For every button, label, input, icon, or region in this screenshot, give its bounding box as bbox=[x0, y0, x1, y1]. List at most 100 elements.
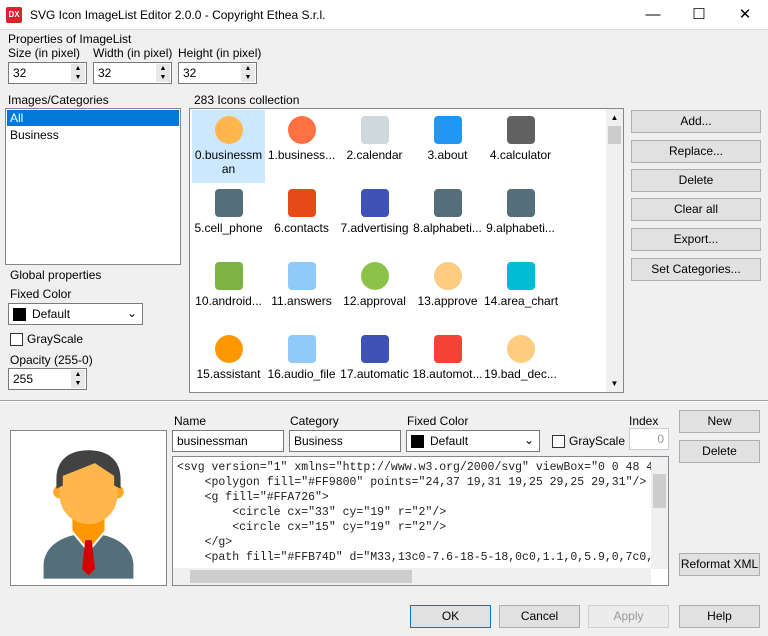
apply-button: Apply bbox=[588, 605, 669, 628]
icon-item[interactable]: 15.assistant bbox=[192, 329, 265, 392]
scroll-thumb[interactable] bbox=[653, 474, 666, 508]
icon-item[interactable]: 5.cell_phone bbox=[192, 183, 265, 256]
editor-grayscale-checkbox[interactable]: GrayScale bbox=[552, 434, 626, 449]
icon-item[interactable]: 8.alphabeti... bbox=[411, 183, 484, 256]
icon-item[interactable]: 17.automatic bbox=[338, 329, 411, 392]
category-item-business[interactable]: Business bbox=[7, 127, 179, 143]
automot-icon bbox=[433, 335, 462, 363]
scroll-thumb[interactable] bbox=[190, 570, 412, 583]
checkbox-icon[interactable] bbox=[552, 435, 565, 449]
size-input[interactable]: 32 ▲ ▼ bbox=[8, 62, 87, 84]
name-label: Name bbox=[174, 414, 207, 428]
icon-label: 17.automatic bbox=[340, 367, 409, 381]
calendar-icon bbox=[360, 116, 389, 144]
opacity-input[interactable]: 255 ▲ ▼ bbox=[8, 368, 87, 390]
icon-item[interactable]: 12.approval bbox=[338, 256, 411, 329]
icon-item[interactable]: 7.advertising bbox=[338, 183, 411, 256]
replace-button[interactable]: Replace... bbox=[631, 140, 761, 163]
help-button[interactable]: Help bbox=[679, 605, 760, 628]
scroll-up-icon[interactable]: ▲ bbox=[606, 109, 623, 126]
editor-fixed-color-label: Fixed Color bbox=[407, 414, 469, 428]
fixed-color-value: Default bbox=[32, 307, 71, 321]
divider bbox=[0, 400, 768, 402]
code-line: <svg version="1" xmlns="http://www.w3.or… bbox=[177, 461, 651, 474]
name-input[interactable]: businessman bbox=[172, 430, 284, 452]
set-categories-button[interactable]: Set Categories... bbox=[631, 258, 761, 281]
icon-item[interactable]: 0.businessman bbox=[192, 110, 265, 183]
grayscale-checkbox[interactable]: GrayScale bbox=[10, 332, 83, 347]
height-input[interactable]: 32 ▲ ▼ bbox=[178, 62, 257, 84]
scroll-down-icon[interactable]: ▼ bbox=[606, 375, 623, 392]
spin-icon[interactable]: ▲ ▼ bbox=[241, 64, 255, 82]
icon-label: 5.cell_phone bbox=[194, 221, 263, 235]
businessman-icon bbox=[214, 116, 243, 144]
ok-button[interactable]: OK bbox=[410, 605, 491, 628]
vertical-scrollbar[interactable]: ▲ ▼ bbox=[606, 109, 623, 392]
icon-item[interactable]: 19.bad_dec... bbox=[484, 329, 557, 392]
code-line: </g> bbox=[177, 536, 233, 549]
width-label: Width (in pixel) bbox=[93, 46, 173, 60]
editor-delete-button[interactable]: Delete bbox=[679, 440, 760, 463]
export-button[interactable]: Export... bbox=[631, 228, 761, 251]
spin-icon[interactable]: ▲ ▼ bbox=[71, 64, 85, 82]
checkbox-icon[interactable] bbox=[10, 333, 23, 347]
icon-item[interactable]: 6.contacts bbox=[265, 183, 338, 256]
icon-item[interactable]: 11.answers bbox=[265, 256, 338, 329]
cancel-button[interactable]: Cancel bbox=[499, 605, 580, 628]
icons-listview[interactable]: 0.businessman 1.business... 2.calendar 3.ab… bbox=[189, 108, 624, 393]
assistant-icon bbox=[214, 335, 243, 363]
icon-item[interactable]: 18.automot... bbox=[411, 329, 484, 392]
icon-item[interactable]: 9.alphabeti... bbox=[484, 183, 557, 256]
app-logo-icon: DX bbox=[6, 7, 22, 23]
global-group-label: Global properties bbox=[10, 268, 102, 282]
advertising-icon bbox=[360, 189, 389, 217]
category-input[interactable]: Business bbox=[289, 430, 401, 452]
editor-grayscale-label: GrayScale bbox=[569, 434, 626, 448]
icon-item[interactable]: 4.calculator bbox=[484, 110, 557, 183]
icon-preview bbox=[10, 430, 167, 586]
reformat-xml-button[interactable]: Reformat XML bbox=[679, 553, 760, 576]
fixed-color-select[interactable]: Default ⌄ bbox=[8, 303, 143, 325]
spin-icon[interactable]: ▲ ▼ bbox=[156, 64, 170, 82]
categories-list[interactable]: All Business bbox=[5, 108, 181, 265]
width-input[interactable]: 32 ▲ ▼ bbox=[93, 62, 172, 84]
code-line: <g fill="#FFA726"> bbox=[177, 491, 329, 504]
spin-icon[interactable]: ▲ ▼ bbox=[71, 370, 85, 388]
icon-label: 0.businessman bbox=[194, 148, 263, 176]
icon-label: 16.audio_file bbox=[267, 367, 336, 381]
icon-label: 10.android... bbox=[195, 294, 262, 308]
cell_phone-icon bbox=[214, 189, 243, 217]
icon-item[interactable]: 10.android... bbox=[192, 256, 265, 329]
code-horizontal-scrollbar[interactable] bbox=[173, 568, 651, 585]
icon-label: 11.answers bbox=[271, 294, 332, 308]
clear-all-button[interactable]: Clear all bbox=[631, 198, 761, 221]
close-button[interactable]: ✕ bbox=[722, 0, 768, 30]
editor-fixed-color-select[interactable]: Default ⌄ bbox=[406, 430, 540, 452]
icon-item[interactable]: 3.about bbox=[411, 110, 484, 183]
icon-item[interactable]: 16.audio_file bbox=[265, 329, 338, 392]
icon-item[interactable]: 1.business... bbox=[265, 110, 338, 183]
icon-label: 4.calculator bbox=[489, 148, 552, 162]
category-item-all[interactable]: All bbox=[7, 110, 179, 126]
delete-icon-button[interactable]: Delete bbox=[631, 169, 761, 192]
window-title: SVG Icon ImageList Editor 2.0.0 - Copyri… bbox=[30, 8, 326, 22]
icon-item[interactable]: 14.area_chart bbox=[484, 256, 558, 329]
code-line: <path fill="#FFB74D" d="M33,13c0-7.6-18-… bbox=[177, 551, 651, 564]
business-icon bbox=[287, 116, 316, 144]
minimize-button[interactable]: — bbox=[630, 0, 676, 30]
android-icon bbox=[214, 262, 243, 290]
svg-code-editor[interactable]: <svg version="1" xmlns="http://www.w3.or… bbox=[172, 456, 669, 586]
opacity-value: 255 bbox=[13, 372, 34, 386]
icon-item[interactable]: 2.calendar bbox=[338, 110, 411, 183]
icon-item[interactable]: 13.approve bbox=[411, 256, 484, 329]
code-vertical-scrollbar[interactable] bbox=[651, 457, 668, 569]
code-line: <polygon fill="#FF9800" points="24,37 19… bbox=[177, 476, 647, 489]
index-label: Index bbox=[629, 414, 659, 428]
editor-fixed-color-value: Default bbox=[430, 434, 469, 448]
height-label: Height (in pixel) bbox=[178, 46, 262, 60]
categories-group-label: Images/Categories bbox=[8, 93, 109, 107]
new-button[interactable]: New bbox=[679, 410, 760, 433]
maximize-button[interactable]: ☐ bbox=[676, 0, 722, 30]
scroll-thumb[interactable] bbox=[608, 126, 621, 144]
add-button[interactable]: Add... bbox=[631, 110, 761, 133]
